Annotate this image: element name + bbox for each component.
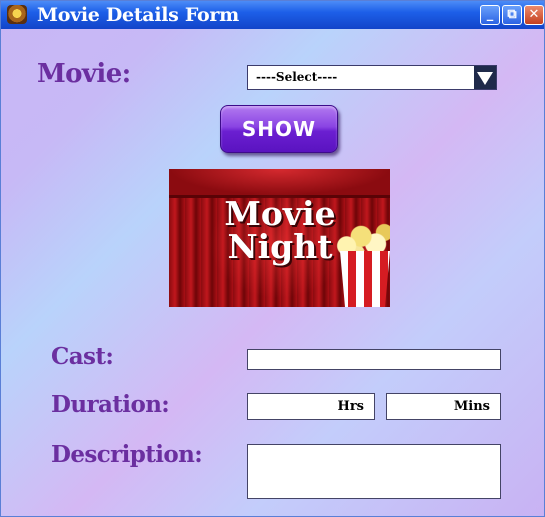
movie-select-value: ----Select---- (256, 70, 338, 84)
description-field[interactable] (247, 444, 501, 499)
dropdown-arrow-icon[interactable] (474, 66, 496, 89)
movie-select[interactable]: ----Select---- (247, 65, 497, 90)
minimize-button[interactable]: _ (480, 5, 500, 25)
close-button[interactable]: ✕ (524, 5, 544, 25)
cast-field[interactable] (247, 349, 501, 370)
popcorn-box-icon (340, 251, 390, 307)
poster-title: Movie Night (224, 194, 336, 266)
movie-details-window: Movie Details Form _ ⧉ ✕ Movie: ----Sele… (0, 0, 545, 517)
minutes-unit-label: Mins (453, 399, 490, 414)
show-button[interactable]: SHOW (220, 105, 338, 153)
window-title: Movie Details Form (37, 4, 239, 26)
description-label: Description: (51, 441, 203, 468)
restore-button[interactable]: ⧉ (502, 5, 522, 25)
minutes-field[interactable]: Mins (386, 393, 501, 420)
hours-unit-label: Hrs (337, 399, 364, 414)
movie-label: Movie: (37, 59, 131, 89)
movie-night-image: Movie Night (169, 169, 390, 307)
hours-field[interactable]: Hrs (247, 393, 375, 420)
title-bar[interactable]: Movie Details Form _ ⧉ ✕ (1, 1, 544, 29)
duration-label: Duration: (51, 391, 170, 418)
cast-label: Cast: (51, 343, 114, 370)
app-icon (7, 5, 27, 24)
